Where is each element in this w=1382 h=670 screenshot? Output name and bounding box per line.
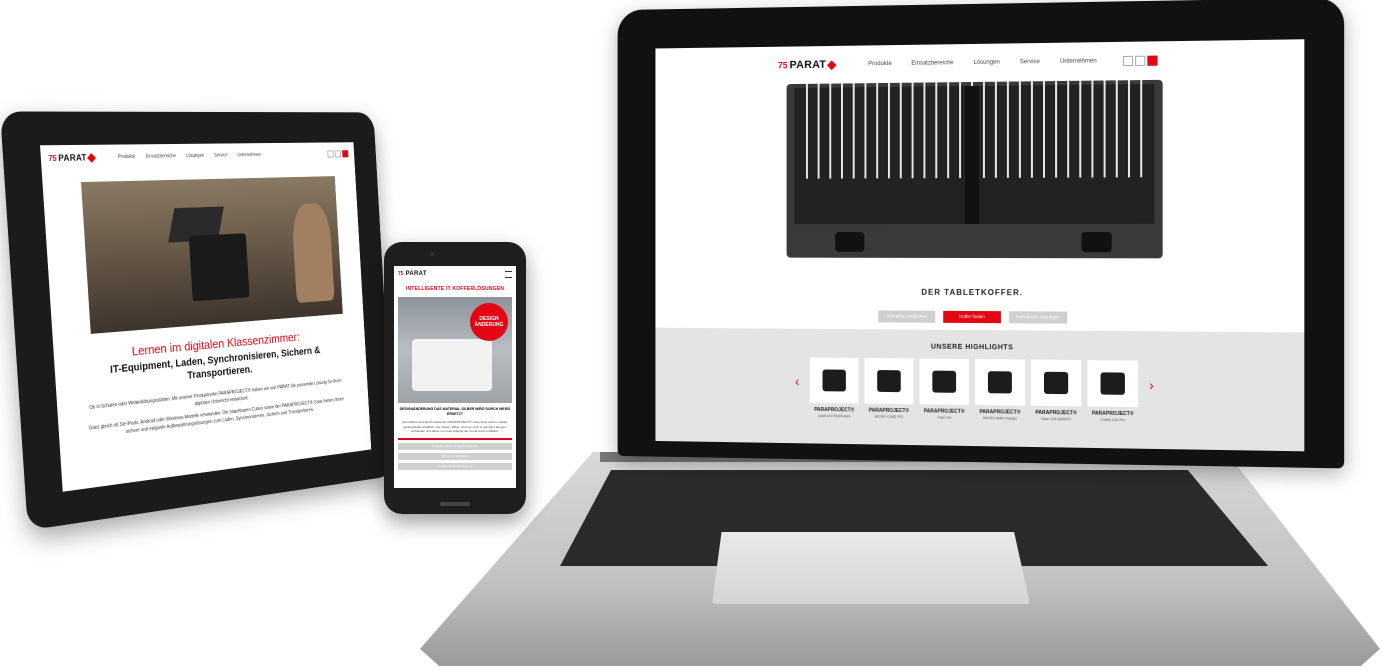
product-name: PARAPROJECT® (979, 409, 1021, 416)
logo-text: PARAT (789, 58, 827, 72)
language-flag-icon[interactable] (342, 150, 349, 158)
phone-camera (430, 252, 434, 256)
koffer-finden-button[interactable]: Koffer finden (943, 310, 1001, 324)
white-case (412, 339, 492, 391)
logo-number: 75 (777, 60, 788, 71)
product-name: PARAPROJECT® (1035, 409, 1077, 417)
logo-text: PARAT (58, 152, 88, 163)
nav-item-unternehmen[interactable]: Unternehmen (237, 152, 261, 158)
laptop-screen: 75 PARAT Produkte Einsatzbereiche Lösung… (655, 39, 1305, 452)
case-divider (965, 85, 979, 225)
product-image (1030, 359, 1082, 407)
logo-number: 75 (398, 271, 404, 277)
nav-item-loesungen[interactable]: Lösungen (973, 60, 999, 66)
carousel-prev-icon[interactable]: ‹ (790, 373, 804, 389)
product-image (864, 357, 914, 405)
phone-headline: INTELLIGENTE IT KOFFERLÖSUNGEN (405, 286, 505, 292)
student-figure (291, 202, 335, 303)
phone-device: 75 PARAT INTELLIGENTE IT KOFFERLÖSUNGEN … (384, 242, 526, 514)
phone-home-button (440, 502, 470, 506)
tablet-screen: 75 PARAT Produkte Einsatzbereiche Lösung… (40, 142, 372, 492)
logo-text: PARAT (405, 271, 427, 277)
phone-screen: 75 PARAT INTELLIGENTE IT KOFFERLÖSUNGEN … (394, 266, 516, 488)
menu-icon[interactable] (1135, 55, 1146, 66)
product-name: PARAPROJECT® (1091, 410, 1134, 418)
phone-divider (398, 437, 512, 440)
highlight-item[interactable]: PARAPROJECT® Case U16 BASKET (1030, 359, 1082, 422)
laptop-navbar: 75 PARAT Produkte Einsatzbereiche Lösung… (655, 39, 1304, 85)
phone-hero-image: DESIGN ÄNDERUNG (398, 297, 512, 403)
search-icon[interactable] (1123, 55, 1134, 67)
product-name: PARAPROJECT® (868, 407, 910, 415)
nav-item-service[interactable]: Service (214, 153, 228, 159)
phone-button-mobile[interactable]: Intelligente Mobile Lösung (398, 462, 512, 470)
highlights-section: UNSERE HIGHLIGHTS ‹ PARAPROJECT® Case U1… (655, 327, 1305, 452)
highlight-item[interactable]: PARAPROJECT® Case Uni (919, 358, 970, 420)
phone-button-sichern[interactable]: Sichern & Verwalten (398, 452, 512, 460)
laptop-hero-image (786, 79, 1163, 259)
laptop-trackpad (712, 532, 1030, 604)
nav-item-unternehmen[interactable]: Unternehmen (1060, 58, 1097, 65)
phone-body-text: Demnächst sind die Produkte der PARAPROJ… (402, 420, 508, 433)
tablet-navbar: 75 PARAT Produkte Einsatzbereiche Lösung… (40, 142, 355, 171)
phone-caption: DESIGNÄNDERUNG DAS MATERIAL SILBER WIRD … (399, 407, 511, 416)
tablet-hero-image (80, 176, 343, 334)
parat-logo[interactable]: 75 PARAT (398, 271, 427, 277)
product-image (974, 359, 1025, 406)
menu-icon[interactable] (334, 150, 342, 158)
product-subtitle: Trolley U12 Pro (1100, 417, 1126, 423)
product-subtitle: MICRO CASE P12 (874, 414, 904, 420)
phone-navbar: 75 PARAT (394, 266, 516, 282)
case-wheel-left (835, 232, 865, 252)
design-badge: DESIGN ÄNDERUNG (470, 303, 508, 341)
tablet-device: 75 PARAT Produkte Einsatzbereiche Lösung… (0, 111, 395, 531)
nav-item-service[interactable]: Service (1020, 59, 1040, 65)
nav-item-produkte[interactable]: Produkte (868, 61, 892, 67)
hamburger-menu-icon[interactable] (505, 270, 512, 278)
product-subtitle: Case Uni (937, 415, 952, 420)
individuelle-loesungen-button[interactable]: Individuelle Lösungen (1008, 311, 1068, 324)
highlights-carousel: ‹ PARAPROJECT® Case U10 Roll/Cases PARAP… (655, 356, 1304, 425)
logo-mark-icon (87, 152, 97, 163)
schraenke-entdecken-button[interactable]: Schränke entdecken (878, 310, 936, 323)
product-image (809, 357, 859, 404)
logo-mark-icon (826, 59, 837, 70)
charging-case (188, 233, 250, 302)
product-subtitle: MICRO Multi-Charger (983, 416, 1017, 421)
laptop-device: 75 PARAT Produkte Einsatzbereiche Lösung… (617, 0, 1345, 469)
parat-logo[interactable]: 75 PARAT (48, 152, 97, 163)
highlight-item[interactable]: PARAPROJECT® MICRO Multi-Charger (974, 359, 1025, 421)
nav-item-einsatzbereiche[interactable]: Einsatzbereiche (145, 153, 176, 159)
highlight-item[interactable]: PARAPROJECT® Trolley U12 Pro (1087, 360, 1139, 423)
highlight-item[interactable]: PARAPROJECT® Case U10 Roll/Cases (809, 357, 859, 419)
product-subtitle: Case U16 BASKET (1040, 416, 1072, 422)
product-name: PARAPROJECT® (923, 408, 965, 415)
highlights-title: UNSERE HIGHLIGHTS (930, 343, 1014, 352)
product-name: PARAPROJECT® (814, 406, 855, 414)
nav-item-produkte[interactable]: Produkte (118, 154, 136, 160)
product-subtitle: Case U10 Roll/Cases (817, 413, 851, 419)
nav-item-einsatzbereiche[interactable]: Einsatzbereiche (911, 60, 953, 67)
parat-logo[interactable]: 75 PARAT (777, 58, 837, 72)
product-image (919, 358, 970, 405)
nav-item-loesungen[interactable]: Lösungen (186, 153, 205, 159)
carousel-next-icon[interactable]: › (1144, 377, 1158, 393)
phone-button-laden[interactable]: Produkte Laden & Synchronisieren (398, 442, 512, 450)
language-flag-icon[interactable] (1147, 55, 1158, 66)
logo-number: 75 (48, 153, 57, 163)
case-wheel-right (1081, 231, 1112, 253)
highlight-item[interactable]: PARAPROJECT® MICRO CASE P12 (864, 357, 914, 420)
search-icon[interactable] (327, 150, 334, 158)
laptop-tagline: DER TABLETKOFFER. (921, 287, 1024, 298)
product-image (1087, 360, 1139, 408)
